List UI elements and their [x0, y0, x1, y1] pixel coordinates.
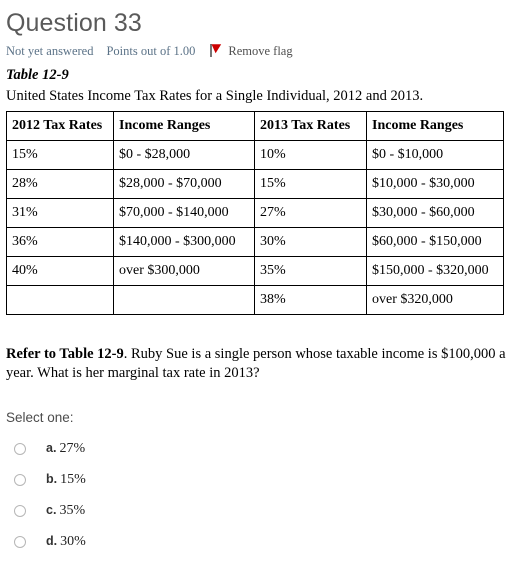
answer-option-d-value: 30%	[60, 533, 86, 549]
cell-rate-2012: 31%	[6, 198, 114, 228]
cell-range-2012: $0 - $28,000	[113, 140, 255, 170]
answer-option-a-value: 27%	[59, 440, 86, 456]
points-text: Points out of 1.00	[106, 43, 196, 58]
answer-state-text: Not yet answered	[6, 43, 94, 58]
answer-option-c[interactable]: c. 35%	[6, 495, 521, 526]
question-status-bar: Not yet answered Points out of 1.00 Remo…	[6, 43, 521, 58]
question-prompt: Refer to Table 12-9. Ruby Sue is a singl…	[6, 345, 506, 383]
cell-rate-2013: 15%	[254, 169, 367, 199]
table-row: 15% $0 - $28,000 10% $0 - $10,000	[6, 140, 504, 170]
cell-rate-2013: 35%	[254, 256, 367, 286]
answer-option-a[interactable]: a. 27%	[6, 433, 521, 464]
table-row: 40% over $300,000 35% $150,000 - $320,00…	[6, 256, 504, 286]
column-header-2012-rates: 2012 Tax Rates	[6, 111, 114, 141]
remove-flag-button[interactable]: Remove flag	[209, 43, 293, 58]
cell-range-2013: $0 - $10,000	[366, 140, 504, 170]
question-page: Question 33 Not yet answered Points out …	[0, 0, 521, 578]
select-one-label: Select one:	[6, 410, 74, 425]
cell-rate-2012: 40%	[6, 256, 114, 286]
cell-rate-2013: 38%	[254, 285, 367, 315]
remove-flag-label[interactable]: Remove flag	[228, 44, 292, 58]
radio-button-b[interactable]	[14, 473, 26, 486]
cell-rate-2012: 28%	[6, 169, 114, 199]
cell-rate-2012: 15%	[6, 140, 114, 170]
table-row: 36% $140,000 - $300,000 30% $60,000 - $1…	[6, 227, 504, 257]
question-prompt-lead: Refer to Table 12-9	[6, 346, 124, 362]
column-header-2013-ranges: Income Ranges	[366, 111, 504, 141]
answer-option-b[interactable]: b. 15%	[6, 464, 521, 495]
answer-option-d[interactable]: d. 30%	[6, 526, 521, 557]
cell-range-2013: $30,000 - $60,000	[366, 198, 504, 228]
table-description: United States Income Tax Rates for a Sin…	[6, 88, 424, 104]
cell-range-2012: $140,000 - $300,000	[113, 227, 255, 257]
column-header-2012-ranges: Income Ranges	[113, 111, 255, 141]
cell-rate-2013: 10%	[254, 140, 367, 170]
answer-option-d-letter: d.	[46, 533, 58, 548]
answer-option-b-letter: b.	[46, 471, 58, 486]
answer-option-c-letter: c.	[46, 502, 57, 517]
cell-range-2012: over $300,000	[113, 256, 255, 286]
answer-option-c-label: c. 35%	[46, 503, 85, 519]
answer-option-b-value: 15%	[60, 471, 86, 487]
answer-section: Select one: a. 27% b. 15% c. 35% d. 30%	[6, 410, 521, 557]
cell-rate-2012	[6, 285, 114, 315]
answer-option-c-value: 35%	[59, 502, 86, 518]
answer-option-b-label: b. 15%	[46, 472, 86, 488]
cell-range-2012	[113, 285, 255, 315]
cell-range-2013: over $320,000	[366, 285, 504, 315]
table-block: Table 12-9 United States Income Tax Rate…	[6, 67, 521, 315]
answer-options-list: a. 27% b. 15% c. 35% d. 30%	[6, 433, 521, 557]
table-header-row: 2012 Tax Rates Income Ranges 2013 Tax Ra…	[6, 111, 504, 141]
cell-range-2013: $60,000 - $150,000	[366, 227, 504, 257]
radio-button-d[interactable]	[14, 535, 26, 548]
cell-range-2013: $150,000 - $320,000	[366, 256, 504, 286]
flag-icon	[209, 43, 223, 58]
table-row: 28% $28,000 - $70,000 15% $10,000 - $30,…	[6, 169, 504, 199]
cell-range-2012: $70,000 - $140,000	[113, 198, 255, 228]
answer-option-a-letter: a.	[46, 440, 57, 455]
cell-rate-2012: 36%	[6, 227, 114, 257]
cell-rate-2013: 30%	[254, 227, 367, 257]
cell-rate-2013: 27%	[254, 198, 367, 228]
answer-option-d-label: d. 30%	[46, 534, 86, 550]
answer-option-a-label: a. 27%	[46, 441, 85, 457]
column-header-2013-rates: 2013 Tax Rates	[254, 111, 367, 141]
radio-button-a[interactable]	[14, 442, 26, 455]
table-row: 38% over $320,000	[6, 285, 504, 315]
table-row: 31% $70,000 - $140,000 27% $30,000 - $60…	[6, 198, 504, 228]
question-header: Question 33 Not yet answered Points out …	[0, 0, 521, 58]
cell-range-2013: $10,000 - $30,000	[366, 169, 504, 199]
radio-button-c[interactable]	[14, 504, 26, 517]
cell-range-2012: $28,000 - $70,000	[113, 169, 255, 199]
table-caption: Table 12-9	[6, 67, 69, 83]
page-title: Question 33	[6, 9, 142, 37]
tax-rates-table: 2012 Tax Rates Income Ranges 2013 Tax Ra…	[6, 111, 504, 315]
